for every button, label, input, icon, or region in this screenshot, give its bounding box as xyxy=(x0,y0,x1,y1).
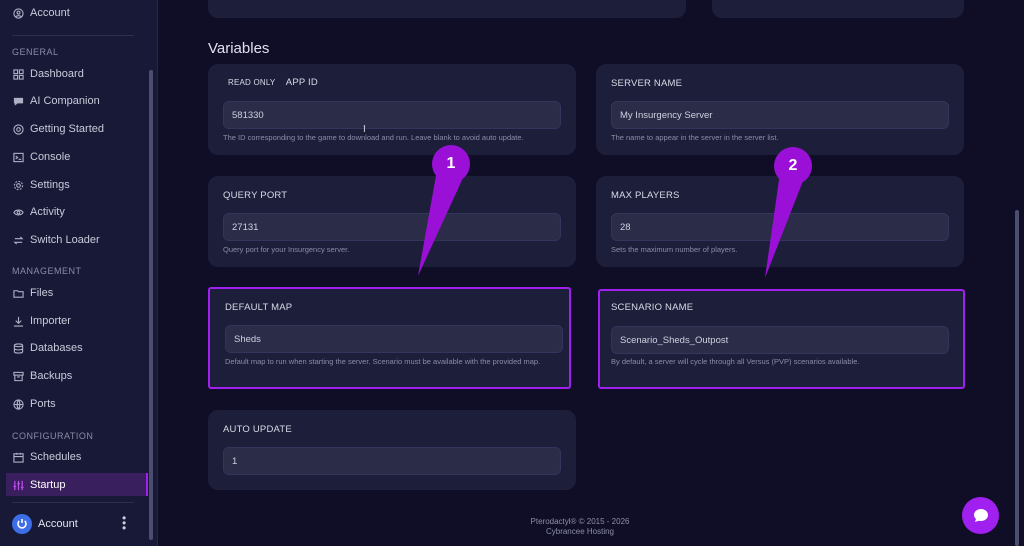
variable-card-default-map: DEFAULT MAP Sheds Default map to run whe… xyxy=(208,287,571,389)
auto-update-input[interactable]: 1 xyxy=(223,447,561,475)
chat-bubble-icon xyxy=(973,508,988,522)
callout-badge-2: 2 xyxy=(774,147,812,185)
chat-support-button[interactable] xyxy=(962,497,999,534)
app-id-input[interactable]: 581330 xyxy=(223,101,561,129)
terminal-icon xyxy=(12,151,24,163)
query-port-input[interactable]: 27131 xyxy=(223,213,561,241)
sidebar-item-ai-companion[interactable]: AI Companion xyxy=(12,91,100,111)
sidebar-item-account-top[interactable]: Account xyxy=(12,3,70,23)
sidebar-item-settings[interactable]: Settings xyxy=(12,175,70,195)
default-map-input[interactable]: Sheds xyxy=(225,325,563,353)
sidebar: Account GENERAL Dashboard AI Companion G… xyxy=(0,0,158,546)
section-title-general: GENERAL xyxy=(12,47,59,57)
download-icon xyxy=(12,315,24,327)
max-players-input[interactable]: 28 xyxy=(611,213,949,241)
account-menu[interactable]: Account • • • xyxy=(12,512,138,535)
sidebar-item-dashboard[interactable]: Dashboard xyxy=(12,64,84,84)
main-scrollbar[interactable] xyxy=(1015,210,1019,546)
grid-icon xyxy=(12,68,24,80)
sidebar-item-files[interactable]: Files xyxy=(12,283,53,303)
variable-label: SERVER NAME xyxy=(611,78,683,89)
variable-label: SCENARIO NAME xyxy=(611,302,694,313)
sidebar-item-console[interactable]: Console xyxy=(12,147,70,167)
variable-label: QUERY PORT xyxy=(223,190,288,201)
archive-icon xyxy=(12,370,24,382)
sidebar-divider xyxy=(12,502,134,503)
more-vertical-icon[interactable]: • • • xyxy=(122,512,126,534)
variable-card-auto-update: AUTO UPDATE 1 xyxy=(208,410,576,490)
sidebar-scrollbar[interactable] xyxy=(149,70,153,540)
footer-copyright: Pterodactyl® © 2015 - 2026 xyxy=(530,517,630,526)
variable-label: MAX PLAYERS xyxy=(611,190,680,201)
variable-card-app-id: READ ONLY APP ID 581330 The ID correspon… xyxy=(208,64,576,155)
variable-help: Query port for your Insurgency server. xyxy=(223,245,350,254)
page-title: Variables xyxy=(208,40,270,57)
variable-card-scenario-name: SCENARIO NAME Scenario_Sheds_Outpost By … xyxy=(598,289,965,389)
sidebar-item-schedules[interactable]: Schedules xyxy=(12,447,81,467)
sidebar-item-ports[interactable]: Ports xyxy=(12,394,56,414)
globe-icon xyxy=(12,398,24,410)
section-title-management: MANAGEMENT xyxy=(12,266,82,276)
sidebar-item-switch-loader[interactable]: Switch Loader xyxy=(12,230,100,250)
scenario-name-input[interactable]: Scenario_Sheds_Outpost xyxy=(611,326,949,354)
sidebar-item-importer[interactable]: Importer xyxy=(12,311,71,331)
read-only-badge: READ ONLY xyxy=(228,78,276,87)
variable-card-query-port: QUERY PORT 27131 Query port for your Ins… xyxy=(208,176,576,267)
variable-help: Sets the maximum number of players. xyxy=(611,245,738,254)
text-cursor-icon: I xyxy=(363,124,366,135)
previous-card xyxy=(712,0,964,18)
sidebar-item-databases[interactable]: Databases xyxy=(12,338,83,358)
variable-card-server-name: SERVER NAME My Insurgency Server The nam… xyxy=(596,64,964,155)
variable-label: DEFAULT MAP xyxy=(225,302,293,313)
callout-badge-1: 1 xyxy=(432,145,470,183)
calendar-icon xyxy=(12,451,24,463)
variable-label: READ ONLY APP ID xyxy=(228,77,318,88)
server-name-input[interactable]: My Insurgency Server xyxy=(611,101,949,129)
variable-label: AUTO UPDATE xyxy=(223,424,292,435)
swap-icon xyxy=(12,234,24,246)
chat-icon xyxy=(12,95,24,107)
gear-icon xyxy=(12,179,24,191)
sliders-icon xyxy=(12,479,24,491)
section-title-configuration: CONFIGURATION xyxy=(12,431,94,441)
variable-help: By default, a server will cycle through … xyxy=(611,357,860,366)
sidebar-item-backups[interactable]: Backups xyxy=(12,366,72,386)
variable-help: The ID corresponding to the game to down… xyxy=(223,133,524,142)
variable-card-max-players: MAX PLAYERS 28 Sets the maximum number o… xyxy=(596,176,964,267)
variable-help: Default map to run when starting the ser… xyxy=(225,357,541,366)
eye-icon xyxy=(12,206,24,218)
lifebuoy-icon xyxy=(12,123,24,135)
user-circle-icon xyxy=(12,7,24,19)
sidebar-item-startup[interactable]: Startup xyxy=(12,475,65,495)
database-icon xyxy=(12,342,24,354)
previous-card xyxy=(208,0,686,18)
sidebar-item-activity[interactable]: Activity xyxy=(12,202,65,222)
folder-icon xyxy=(12,287,24,299)
variable-help: The name to appear in the server in the … xyxy=(611,133,779,142)
sidebar-item-getting-started[interactable]: Getting Started xyxy=(12,119,104,139)
power-icon xyxy=(12,514,32,534)
sidebar-divider xyxy=(12,35,134,36)
footer-host: Cybrancee Hosting xyxy=(545,527,615,536)
